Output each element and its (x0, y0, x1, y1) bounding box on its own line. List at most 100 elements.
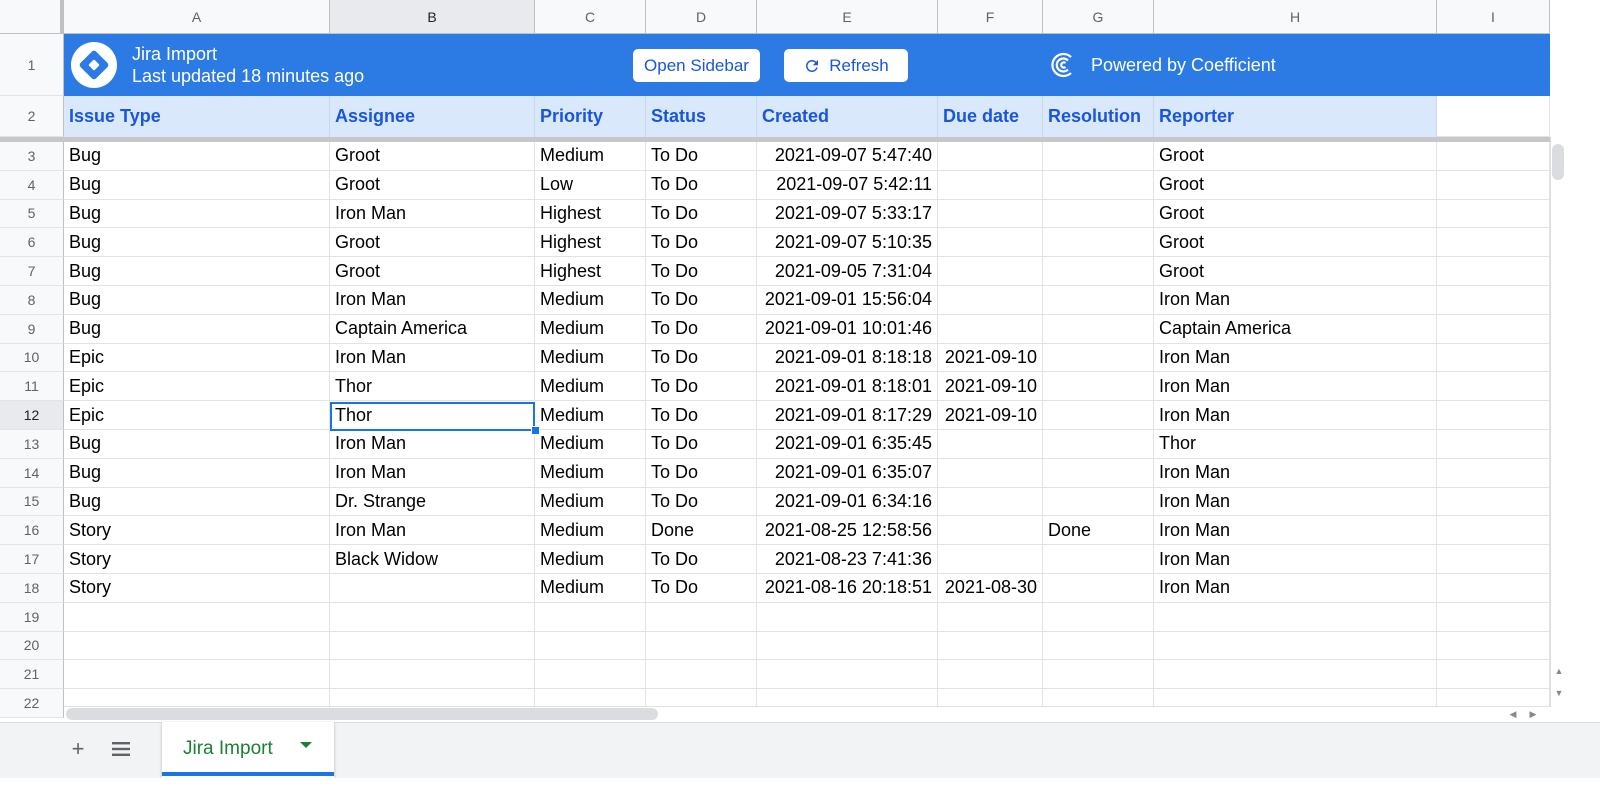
cell[interactable]: Medium (535, 401, 646, 430)
cell[interactable]: 2021-09-07 5:33:17 (757, 199, 938, 229)
scroll-down-icon[interactable]: ▼ (1552, 686, 1566, 700)
cell[interactable]: Medium (535, 487, 646, 517)
cell[interactable] (1043, 545, 1154, 574)
active-cell-outline[interactable] (330, 402, 535, 431)
cell[interactable]: Story (64, 516, 330, 546)
cell[interactable]: To Do (646, 199, 757, 229)
cell[interactable] (938, 545, 1043, 574)
cell[interactable]: To Do (646, 401, 757, 430)
row-header-16[interactable]: 16 (0, 516, 64, 546)
cell[interactable]: To Do (646, 286, 757, 315)
cell[interactable]: Epic (64, 372, 330, 402)
cell[interactable]: Low (535, 170, 646, 200)
row-header-13[interactable]: 13 (0, 430, 64, 459)
cell[interactable] (1154, 602, 1437, 632)
column-header-f[interactable]: F (938, 0, 1043, 34)
vertical-scrollbar[interactable] (1550, 137, 1569, 707)
cell[interactable]: To Do (646, 430, 757, 459)
cell[interactable]: Medium (535, 516, 646, 546)
cell[interactable] (1437, 516, 1550, 546)
cell[interactable] (1043, 228, 1154, 258)
row-header-7[interactable]: 7 (0, 257, 64, 286)
row-header-19[interactable]: 19 (0, 602, 64, 632)
row-header-8[interactable]: 8 (0, 286, 64, 315)
row-header-17[interactable]: 17 (0, 545, 64, 574)
cell[interactable] (1437, 401, 1550, 430)
cell[interactable]: Iron Man (1154, 516, 1437, 546)
scroll-left-icon[interactable]: ◀ (1505, 706, 1521, 722)
cell[interactable] (1043, 430, 1154, 459)
row-header-15[interactable]: 15 (0, 487, 64, 517)
cell[interactable] (1043, 487, 1154, 517)
cell[interactable]: Medium (535, 430, 646, 459)
cell[interactable] (938, 516, 1043, 546)
cell[interactable]: Done (1043, 516, 1154, 546)
row-header-2[interactable]: 2 (0, 96, 64, 137)
scroll-up-icon[interactable]: ▲ (1552, 664, 1566, 678)
cell[interactable]: 2021-09-10 (938, 343, 1043, 373)
row-header-9[interactable]: 9 (0, 314, 64, 344)
cell[interactable]: Done (646, 516, 757, 546)
cell[interactable] (1043, 142, 1154, 171)
cell[interactable]: 2021-09-07 5:42:11 (757, 170, 938, 200)
cell[interactable] (1437, 487, 1550, 517)
cell[interactable] (757, 602, 938, 632)
cell[interactable]: Iron Man (1154, 458, 1437, 488)
cell[interactable] (535, 660, 646, 690)
column-header-h[interactable]: H (1154, 0, 1437, 34)
row-header-10[interactable]: 10 (0, 343, 64, 373)
cell[interactable]: 2021-09-01 8:18:01 (757, 372, 938, 402)
cell[interactable]: Iron Man (330, 199, 535, 229)
cell[interactable]: Bug (64, 228, 330, 258)
cell[interactable]: Epic (64, 401, 330, 430)
fill-handle[interactable] (531, 426, 540, 435)
cell[interactable]: 2021-08-30 (938, 574, 1043, 603)
cell[interactable]: Highest (535, 228, 646, 258)
cell[interactable] (1437, 343, 1550, 373)
cell[interactable] (938, 142, 1043, 171)
column-header-i[interactable]: I (1437, 0, 1550, 34)
refresh-button[interactable]: Refresh (784, 49, 908, 82)
cell[interactable] (1043, 286, 1154, 315)
cell[interactable] (330, 602, 535, 632)
column-header-d[interactable]: D (646, 0, 757, 34)
row-header-14[interactable]: 14 (0, 458, 64, 488)
cell[interactable] (938, 660, 1043, 690)
cell[interactable] (1154, 631, 1437, 661)
cell[interactable] (1043, 458, 1154, 488)
cell[interactable] (1043, 314, 1154, 344)
cell[interactable]: To Do (646, 372, 757, 402)
column-header-a[interactable]: A (64, 0, 330, 34)
cell[interactable]: 2021-09-01 8:17:29 (757, 401, 938, 430)
cell[interactable] (1437, 458, 1550, 488)
cell[interactable]: To Do (646, 545, 757, 574)
cell[interactable] (938, 286, 1043, 315)
cell[interactable]: Medium (535, 314, 646, 344)
vertical-scroll-thumb[interactable] (1552, 144, 1564, 180)
cell[interactable] (1437, 430, 1550, 459)
cell[interactable] (757, 660, 938, 690)
column-header-b[interactable]: B (330, 0, 535, 34)
cell[interactable] (1437, 545, 1550, 574)
cell[interactable] (938, 458, 1043, 488)
cell[interactable]: Groot (1154, 199, 1437, 229)
cell[interactable] (938, 430, 1043, 459)
cell[interactable] (64, 631, 330, 661)
cell[interactable]: Thor (1154, 430, 1437, 459)
cell[interactable] (938, 631, 1043, 661)
cell[interactable]: Iron Man (1154, 574, 1437, 603)
cell[interactable] (646, 660, 757, 690)
cell[interactable]: 2021-09-01 8:18:18 (757, 343, 938, 373)
scroll-right-icon[interactable]: ▶ (1525, 706, 1541, 722)
cell[interactable] (1043, 401, 1154, 430)
cell[interactable] (1437, 314, 1550, 344)
cell[interactable]: 2021-09-10 (938, 372, 1043, 402)
cell[interactable]: Groot (330, 228, 535, 258)
cell[interactable]: 2021-08-25 12:58:56 (757, 516, 938, 546)
cell[interactable]: Iron Man (330, 516, 535, 546)
cell[interactable] (330, 574, 535, 603)
column-title-cell[interactable]: Priority (535, 96, 646, 137)
cell[interactable] (1437, 372, 1550, 402)
cell[interactable]: 2021-09-01 15:56:04 (757, 286, 938, 315)
cell[interactable]: Captain America (1154, 314, 1437, 344)
